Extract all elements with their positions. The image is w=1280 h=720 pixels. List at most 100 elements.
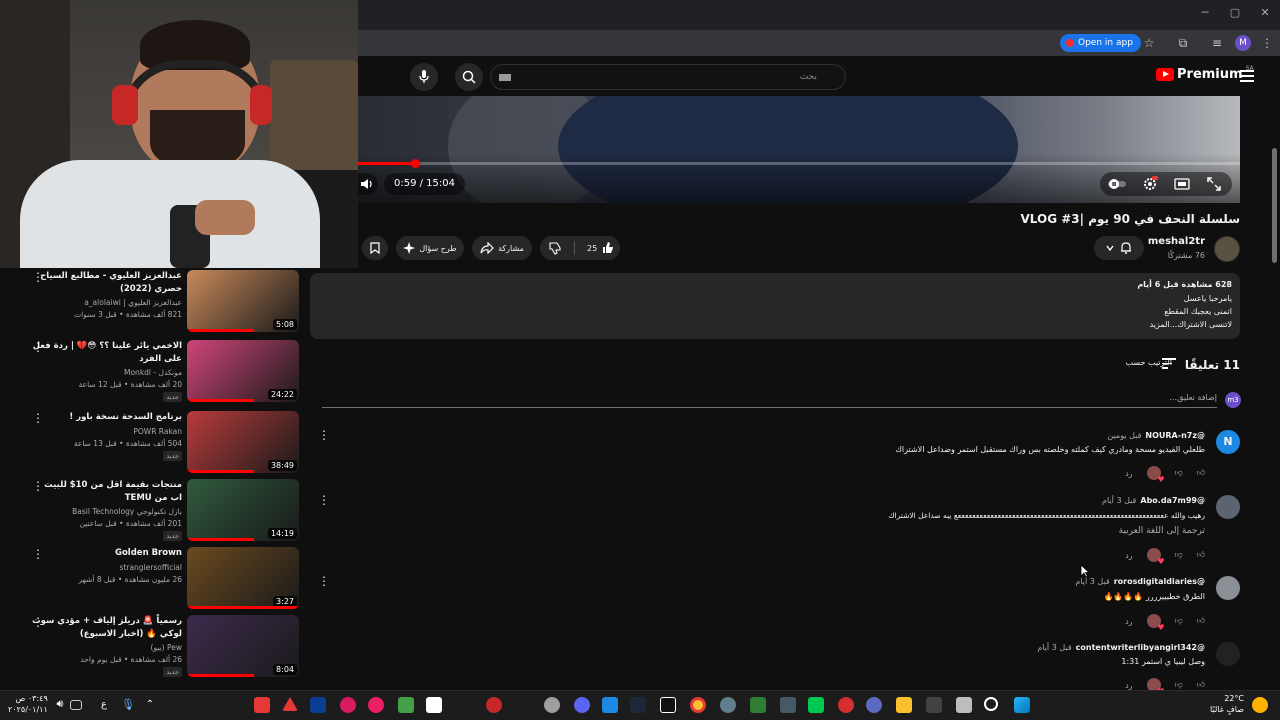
- save-button[interactable]: [362, 236, 388, 260]
- app-icon-record[interactable]: [486, 697, 502, 713]
- browser-profile-avatar[interactable]: M: [1235, 35, 1251, 51]
- comment-author-name[interactable]: @rorosdigitaldiaries: [1114, 577, 1205, 586]
- related-video-thumbnail[interactable]: 38:49: [187, 411, 299, 473]
- taskbar-clock[interactable]: ٠٣:٤٩ ص ٢٠٢٥/٠١/١١: [8, 693, 48, 715]
- open-in-app-button[interactable]: Open in app: [1060, 34, 1141, 52]
- related-channel-name[interactable]: مونكدل - Monkdl: [124, 368, 182, 377]
- comment-more-icon[interactable]: ⋮: [318, 575, 330, 587]
- app-icon-triangle[interactable]: [282, 697, 298, 711]
- app-icon-capcut[interactable]: [426, 697, 442, 713]
- comment-time[interactable]: قبل 3 أيام: [1075, 577, 1109, 586]
- reply-button[interactable]: رد: [1125, 617, 1132, 626]
- related-video-title[interactable]: الاخمي يائر علينا ؟؟ 😳💔 | ردة فعل على ال…: [32, 340, 182, 366]
- page-scrollbar[interactable]: [1272, 148, 1277, 263]
- app-icon-gear[interactable]: [544, 697, 560, 713]
- comment-more-icon[interactable]: ⋮: [318, 494, 330, 506]
- maximize-icon[interactable]: ▢: [1228, 6, 1242, 20]
- app-icon-paint[interactable]: [602, 697, 618, 713]
- theater-mode-button[interactable]: [1174, 176, 1190, 192]
- windows-start-icon[interactable]: [1014, 697, 1030, 713]
- settings-app-icon[interactable]: [720, 697, 736, 713]
- comment-avatar[interactable]: N: [1216, 430, 1240, 454]
- discord-icon[interactable]: [574, 697, 590, 713]
- language-indicator[interactable]: ع: [96, 697, 112, 713]
- reply-button[interactable]: رد: [1125, 681, 1132, 690]
- reply-button[interactable]: رد: [1125, 469, 1132, 478]
- related-more-icon[interactable]: ⋮: [32, 547, 44, 561]
- extensions-icon[interactable]: ⧉: [1174, 34, 1192, 52]
- comment-avatar[interactable]: [1216, 495, 1240, 519]
- dislike-icon[interactable]: 👎︎: [1175, 468, 1183, 478]
- related-more-icon[interactable]: ⋮: [32, 270, 44, 284]
- comment-author[interactable]: @NOURA-n7z قبل يومين: [1107, 431, 1205, 440]
- related-more-icon[interactable]: ⋮: [32, 615, 44, 629]
- description-box[interactable]: [310, 273, 1240, 339]
- related-more-icon[interactable]: ⋮: [32, 479, 44, 493]
- file-explorer-icon[interactable]: [896, 697, 912, 713]
- speaker-icon[interactable]: 🔊︎: [52, 697, 68, 713]
- related-channel-name[interactable]: عبدالعزيز العليوي | a_alolaiwi: [84, 298, 182, 307]
- autoplay-toggle[interactable]: [1106, 176, 1126, 192]
- app-icon-red[interactable]: [254, 697, 270, 713]
- related-video-item[interactable]: 5:08 عبدالعزيز العليوي - مطالبع السياح حص…: [0, 270, 300, 334]
- minimize-icon[interactable]: ─: [1198, 6, 1212, 20]
- channel-avatar[interactable]: [1214, 236, 1240, 262]
- task-view-icon[interactable]: [956, 697, 972, 713]
- related-video-thumbnail[interactable]: 3:27: [187, 547, 299, 609]
- add-comment-input[interactable]: إضافة تعليق...: [1169, 393, 1217, 402]
- related-channel-name[interactable]: stranglersofficial: [120, 563, 182, 572]
- related-more-icon[interactable]: ⋮: [32, 340, 44, 354]
- related-video-thumbnail[interactable]: 14:19: [187, 479, 299, 541]
- related-video-thumbnail[interactable]: 8:04: [187, 615, 299, 677]
- reply-button[interactable]: رد: [1125, 551, 1132, 560]
- share-button[interactable]: مشاركة: [472, 236, 532, 260]
- related-video-title[interactable]: منتجات بقيمة اقل من 10$ للبيت اب من TEMU: [32, 479, 182, 505]
- voice-search-button[interactable]: [410, 63, 438, 91]
- mic-tray-icon[interactable]: 🎙︎: [120, 697, 136, 713]
- app-icon-green[interactable]: [398, 697, 414, 713]
- related-video-item[interactable]: 24:22 الاخمي يائر علينا ؟؟ 😳💔 | ردة فعل ع…: [0, 340, 300, 404]
- related-video-title[interactable]: رسمياً 🚨 دريلز إلياف + مؤدي سوت لوكي 🔥 (…: [32, 615, 182, 641]
- fullscreen-button[interactable]: [1206, 176, 1222, 192]
- dislike-icon[interactable]: 👎︎: [1175, 680, 1183, 690]
- app-icon-browser[interactable]: [866, 697, 882, 713]
- media-controls-icon[interactable]: ≡: [1208, 34, 1226, 52]
- settings-button[interactable]: [1142, 176, 1158, 192]
- comment-avatar[interactable]: [1216, 576, 1240, 600]
- related-video-item[interactable]: 38:49 برنامج السدحة نسخة باور ! POWR Rakan…: [0, 411, 300, 475]
- youtube-premium-logo[interactable]: Premium SA: [1156, 65, 1254, 82]
- related-video-item[interactable]: 8:04 رسمياً 🚨 دريلز إلياف + مؤدي سوت لوكي…: [0, 615, 300, 679]
- app-icon-dark[interactable]: [926, 697, 942, 713]
- search-input[interactable]: بحث: [490, 64, 846, 90]
- network-icon[interactable]: [70, 700, 82, 710]
- related-video-thumbnail[interactable]: 5:08: [187, 270, 299, 332]
- dislike-icon[interactable]: 👎︎: [1175, 616, 1183, 626]
- hamburger-menu-icon[interactable]: [1240, 70, 1254, 85]
- comment-avatar[interactable]: [1216, 642, 1240, 666]
- ask-button[interactable]: طرح سؤال: [396, 236, 464, 260]
- related-video-title[interactable]: برنامج السدحة نسخة باور !: [32, 411, 182, 424]
- comment-author-name[interactable]: @Abo.da7m99: [1140, 496, 1205, 505]
- like-icon[interactable]: [601, 241, 615, 255]
- comment-time[interactable]: قبل يومين: [1107, 431, 1141, 440]
- close-icon[interactable]: ✕: [1258, 6, 1272, 20]
- like-icon[interactable]: 👍︎: [1197, 550, 1205, 560]
- comment-more-icon[interactable]: ⋮: [318, 429, 330, 441]
- dislike-icon[interactable]: [548, 241, 562, 255]
- comment-author-name[interactable]: @contentwriterlibyangirl342: [1076, 643, 1205, 652]
- app-icon-mint[interactable]: [808, 697, 824, 713]
- channel-name[interactable]: meshal2tr: [1148, 236, 1205, 247]
- comment-author-name[interactable]: @NOURA-n7z: [1145, 431, 1205, 440]
- related-video-title[interactable]: Golden Brown: [32, 547, 182, 560]
- related-channel-name[interactable]: POWR Rakan: [133, 427, 182, 436]
- sort-label[interactable]: الترتيب حسب: [1126, 358, 1172, 367]
- video-progress-bar[interactable]: [358, 159, 1240, 168]
- related-channel-name[interactable]: Pew (بيو): [151, 643, 182, 652]
- app-icon-blue[interactable]: [310, 697, 326, 713]
- browser-menu-icon[interactable]: ⋮: [1258, 34, 1276, 52]
- subscribed-button[interactable]: [1094, 236, 1144, 260]
- translate-link[interactable]: ترجمة إلى اللغة العربية: [1119, 526, 1205, 536]
- like-icon[interactable]: 👍︎: [1197, 616, 1205, 626]
- progress-scrubber[interactable]: [411, 159, 420, 168]
- comment-author[interactable]: @contentwriterlibyangirl342 قبل 3 أيام: [1037, 643, 1205, 652]
